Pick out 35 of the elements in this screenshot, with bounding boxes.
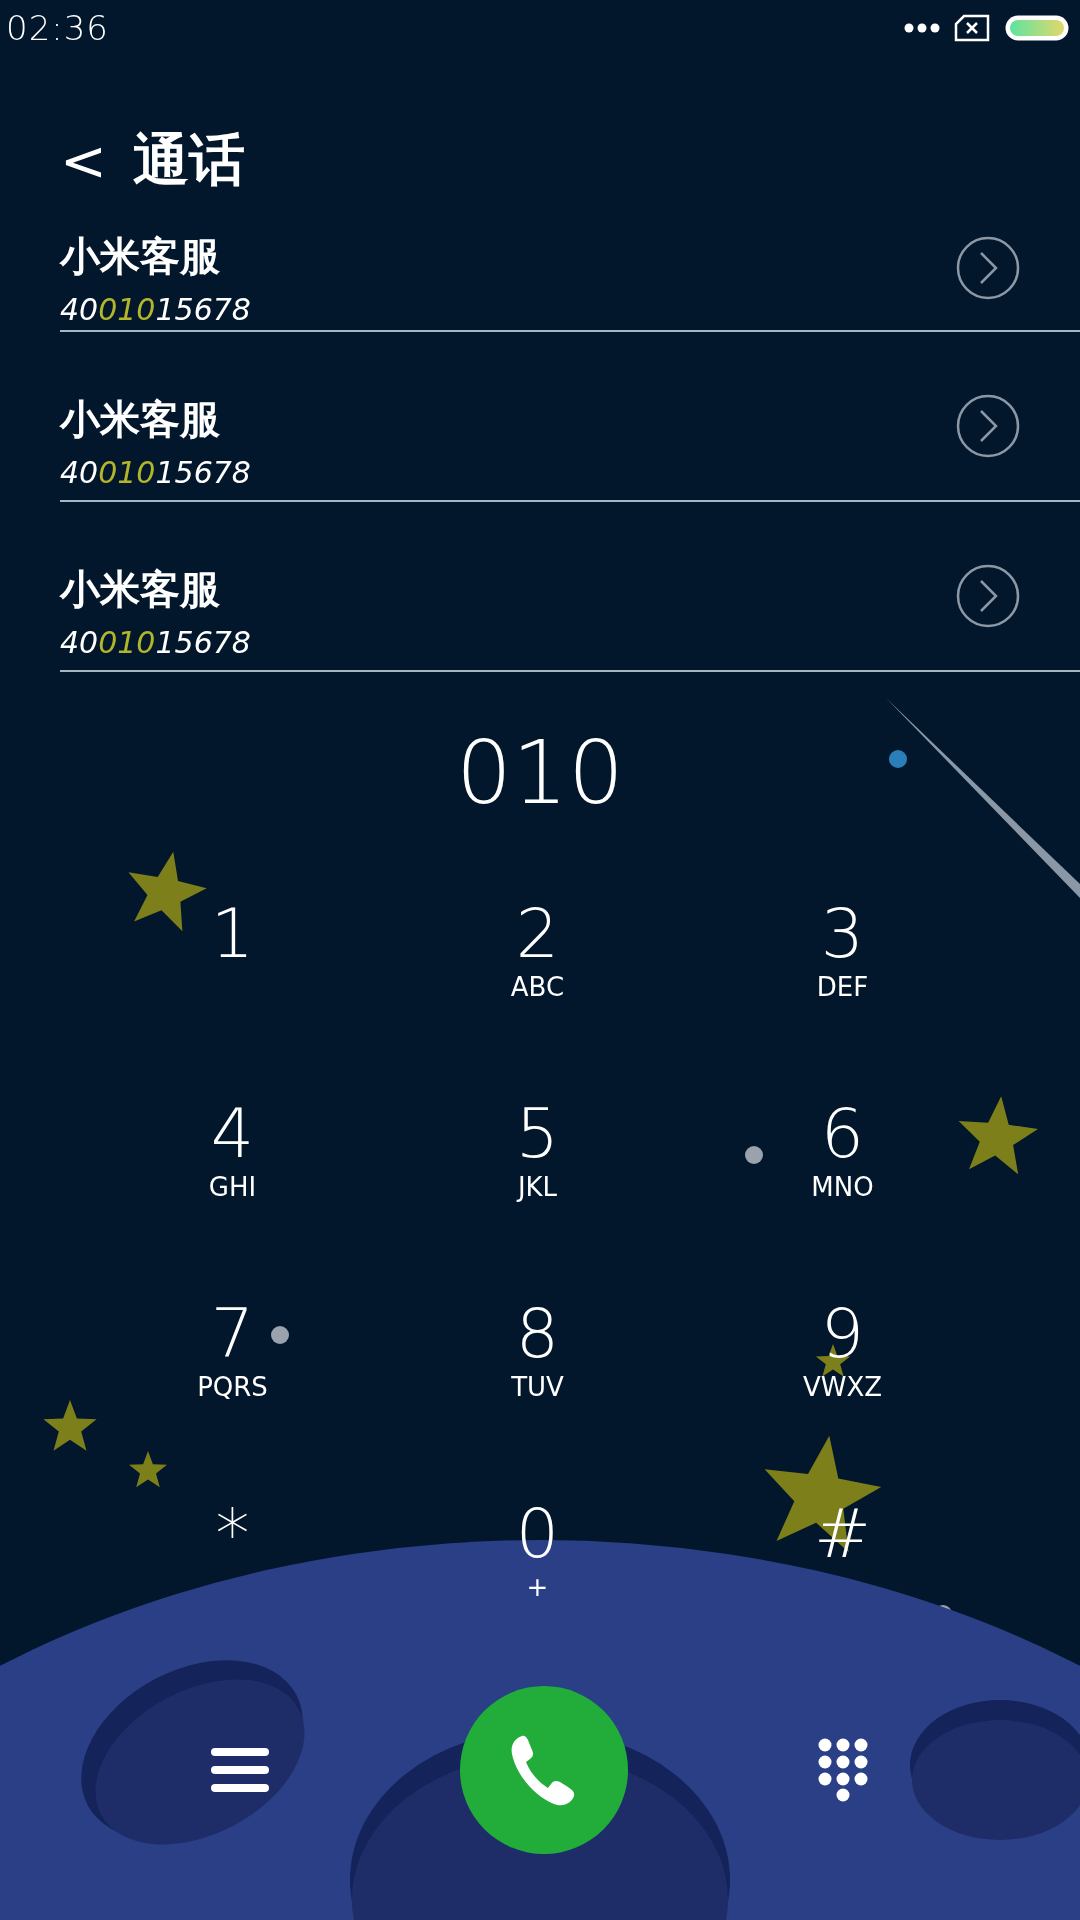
dial-key[interactable]: 8 TUV <box>437 1270 638 1470</box>
star <box>129 1451 167 1488</box>
contact-name: 小米客服 <box>60 394 221 444</box>
details-icon[interactable] <box>956 564 1020 628</box>
status-time: 02:36 <box>6 8 109 48</box>
dial-key[interactable]: 3 DEF <box>742 870 943 1070</box>
contact-name: 小米客服 <box>60 231 221 281</box>
star <box>43 1400 97 1451</box>
dial-key[interactable]: 4 GHI <box>132 1070 333 1270</box>
dial-key[interactable]: 1 <box>132 870 333 1070</box>
no-sim-icon <box>954 14 990 42</box>
dial-key[interactable]: * <box>132 1470 333 1670</box>
contact-name: 小米客服 <box>60 564 221 614</box>
details-icon[interactable] <box>956 394 1020 458</box>
details-icon[interactable] <box>956 236 1020 300</box>
dot <box>889 750 907 768</box>
dial-key[interactable]: 7 PQRS <box>132 1270 333 1470</box>
dialed-number: 010 <box>456 720 624 826</box>
menu-icon[interactable] <box>211 1748 269 1792</box>
dial-key[interactable]: 0 + <box>437 1470 638 1670</box>
phone-number: 4001015678 <box>60 292 251 327</box>
phone-number: 4001015678 <box>60 625 251 660</box>
dot <box>745 1146 763 1164</box>
dot <box>271 1326 289 1344</box>
dial-key[interactable]: 5 JKL <box>437 1070 638 1270</box>
phone-number: 4001015678 <box>60 455 251 490</box>
dialpad-icon[interactable] <box>818 1738 868 1802</box>
dial-key[interactable]: 9 VWXZ <box>742 1270 943 1470</box>
dial-key[interactable]: 2 ABC <box>437 870 638 1070</box>
more-icon <box>904 23 940 33</box>
dial-key[interactable]: # <box>742 1470 943 1670</box>
battery-icon <box>1004 14 1070 42</box>
page-title: 通话 <box>132 125 245 194</box>
dial-key[interactable]: 6 MNO <box>742 1070 943 1270</box>
back-button[interactable]: < <box>60 133 107 189</box>
